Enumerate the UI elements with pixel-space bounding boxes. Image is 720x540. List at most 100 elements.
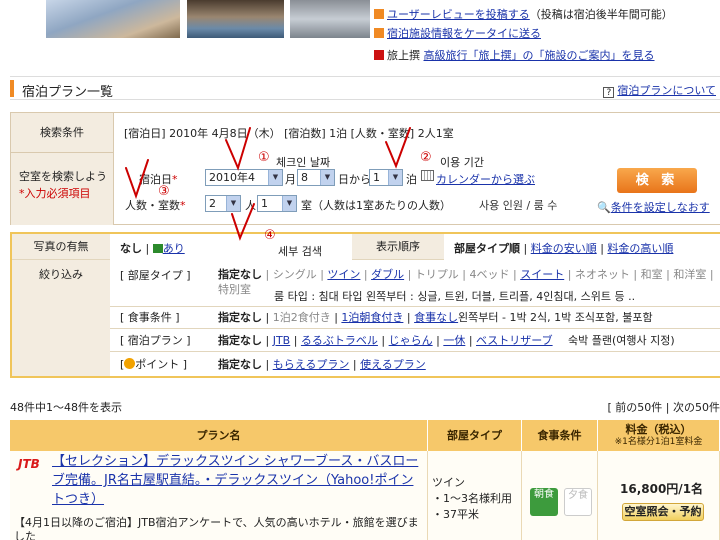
col-meal: 食事条件 — [522, 420, 598, 451]
hotel-photo-exterior[interactable] — [46, 0, 180, 38]
chevron-down-icon: ▼ — [268, 170, 282, 185]
calendar-link[interactable]: カレンダーから選ぶ — [436, 171, 535, 187]
room-single[interactable]: シングル — [273, 268, 317, 281]
help-icon: ? — [603, 87, 615, 98]
photo-filter-options: なし | あり — [120, 242, 185, 255]
chevron-down-icon: ▼ — [320, 170, 334, 185]
divider — [110, 306, 720, 307]
pager-prev[interactable]: 前の50件 — [615, 401, 662, 414]
point-use[interactable]: 使えるプラン — [360, 358, 426, 371]
room-suite[interactable]: スイート — [520, 268, 564, 281]
point-options: 指定なし | もらえるプラン | 使えるプラン — [218, 358, 426, 371]
photo-none-option[interactable]: なし — [120, 242, 142, 255]
room-other[interactable]: ネオネット — [575, 268, 630, 281]
chevron-down-icon: ▼ — [226, 196, 240, 211]
people-rooms-row: 人数・室数* — [125, 199, 186, 212]
rooms-select[interactable]: 1 ▼ — [257, 195, 297, 212]
room-type-label: [ 部屋タイプ ] — [120, 269, 191, 282]
rooms-note: 室（人数は1室あたりの人数） — [301, 199, 451, 212]
people-select[interactable]: 2 ▼ — [205, 195, 241, 212]
day-select[interactable]: 8 ▼ — [297, 169, 335, 186]
annotation-number-1: ① — [258, 150, 270, 165]
arrow-icon — [374, 9, 384, 19]
pager-next[interactable]: 次の50件 — [673, 401, 720, 414]
sort-room-type[interactable]: 部屋タイプ順 — [454, 242, 520, 255]
room-japanese[interactable]: 和室 — [641, 268, 663, 281]
chevron-down-icon: ▼ — [282, 196, 296, 211]
result-count: 48件中1〜48件を表示 — [10, 401, 122, 414]
hotel-photo-room[interactable] — [290, 0, 370, 38]
plan-jalan[interactable]: じゃらん — [389, 334, 433, 347]
plan-rurubu[interactable]: るるぶトラベル — [301, 334, 378, 347]
annotation-period: 이용 기간 — [440, 156, 484, 169]
annotation-checkin: 체크인 날짜 — [276, 156, 331, 169]
help-link[interactable]: ? 宿泊プランについて — [603, 82, 716, 98]
col-price: 料金（税込） ※1名様分1泊1室料金 — [598, 420, 720, 451]
sort-price-desc[interactable]: 料金の高い順 — [607, 242, 673, 255]
tabijyosen-link[interactable]: 高級旅行「旅上撰」の「施設のご案内」を見る — [424, 49, 655, 62]
nights-select[interactable]: 1 ▼ — [369, 169, 403, 186]
room-twin[interactable]: ツイン — [327, 268, 360, 281]
divider — [110, 351, 720, 352]
filter-panel: 写真の有無 なし | あり 表示順序 部屋タイプ順 | 料金の安い順 | 料金の… — [10, 232, 720, 378]
meal-two[interactable]: 1泊2食付き — [273, 311, 331, 324]
meal-options: 指定なし | 1泊2食付き | 1泊朝食付き | 食事なし — [218, 311, 459, 324]
mobile-link[interactable]: 宿泊施設情報をケータイに送る — [387, 27, 541, 40]
photo-yes-option[interactable]: あり — [163, 242, 185, 255]
meal-breakfast[interactable]: 1泊朝食付き — [341, 311, 403, 324]
plan-korean-note: 숙박 플랜(여행사 지정) — [568, 334, 675, 347]
point-earn[interactable]: もらえるプラン — [273, 358, 350, 371]
point-any[interactable]: 指定なし — [218, 358, 262, 371]
breakfast-icon: 朝食 — [530, 488, 558, 516]
room-4bed[interactable]: 4ベッド — [470, 268, 510, 281]
top-link-review: ユーザーレビューを投稿する（投稿は宿泊後半年間可能） — [374, 6, 673, 22]
page-title: 宿泊プラン一覧 — [22, 85, 114, 100]
room-japanese-western[interactable]: 和洋室 — [673, 268, 706, 281]
plan-name-link[interactable]: 【セレクション】デラックスツイン シャワーブース・バスローブ完備。JR名古屋駅直… — [52, 452, 422, 509]
reserve-button[interactable]: 空室照会・予約 — [622, 503, 704, 521]
reset-conditions[interactable]: 🔍条件を設定しなおす — [597, 199, 710, 215]
top-link-tabijyosen: 旅上撰 高級旅行「旅上撰」の「施設のご案内」を見る — [374, 47, 655, 63]
annotation-number-4: ④ — [264, 228, 276, 243]
divider — [110, 328, 720, 329]
vacancy-search-label: 空室を検索しよう *入力必須項目 — [11, 153, 114, 225]
room-type-any[interactable]: 指定なし — [218, 268, 262, 281]
plan-jtb[interactable]: JTB — [273, 334, 291, 347]
hotel-photo-pool[interactable] — [187, 0, 284, 38]
search-conditions-text: [宿泊日] 2010年 4月8日（木） [宿泊数] 1泊 [人数・室数] 2人1… — [124, 127, 454, 140]
meal-korean-note: 왼쪽부터 - 1박 2식, 1박 조식포함, 불포함 — [458, 311, 653, 324]
annotation-detail-search: 세부 검색 — [278, 245, 322, 258]
room-triple[interactable]: トリプル — [415, 268, 459, 281]
plan-ikkyu[interactable]: 一休 — [443, 334, 465, 347]
room-special[interactable]: 特別室 — [218, 283, 251, 296]
top-link-mobile: 宿泊施設情報をケータイに送る — [374, 25, 541, 41]
point-label: [ポイント ] — [120, 358, 188, 371]
search-button[interactable]: 検 索 — [617, 168, 697, 193]
col-plan-name: プラン名 — [10, 420, 428, 451]
people-rooms-korean-note: 사용 인원 / 룸 수 — [479, 199, 558, 212]
plan-description: 【4月1日以降のご宿泊】JTB宿泊アンケートで、人気の高いホテル・旅館を選びまし… — [14, 516, 419, 540]
meal-any[interactable]: 指定なし — [218, 311, 262, 324]
review-link[interactable]: ユーザーレビューを投稿する — [387, 8, 530, 21]
magnifier-icon: 🔍 — [597, 201, 611, 214]
sort-label: 表示順序 — [352, 234, 444, 260]
year-month-select[interactable]: 2010年4 ▼ — [205, 169, 283, 186]
dinner-icon: 夕食 — [564, 488, 592, 516]
narrow-label: 絞り込み — [12, 260, 110, 376]
photo-icon — [152, 244, 163, 253]
plan-any[interactable]: 指定なし — [218, 334, 262, 347]
meal-none[interactable]: 食事なし — [414, 311, 458, 324]
plan-bestreserve[interactable]: ベストリザーブ — [476, 334, 553, 347]
sort-price-asc[interactable]: 料金の安い順 — [531, 242, 597, 255]
col-room-type: 部屋タイプ — [428, 420, 522, 451]
yahoo-point-icon — [124, 358, 136, 369]
search-conditions-label: 検索条件 — [11, 113, 114, 153]
calendar-icon[interactable] — [421, 170, 434, 181]
tabijyosen-icon — [374, 50, 384, 60]
provider-logo-jtb: JTB — [18, 457, 40, 471]
room-type-korean-note: 룸 타입 : 침대 타입 왼쪽부터 : 싱글, 트윈, 더블, 트리플, 4인침… — [274, 290, 636, 303]
room-double[interactable]: ダブル — [371, 268, 404, 281]
pager: [ 前の50件 | 次の50件 — [607, 401, 720, 414]
chevron-down-icon: ▼ — [388, 170, 402, 185]
room-info: ツイン ・1〜3名様利用 ・37平米 — [432, 476, 512, 521]
